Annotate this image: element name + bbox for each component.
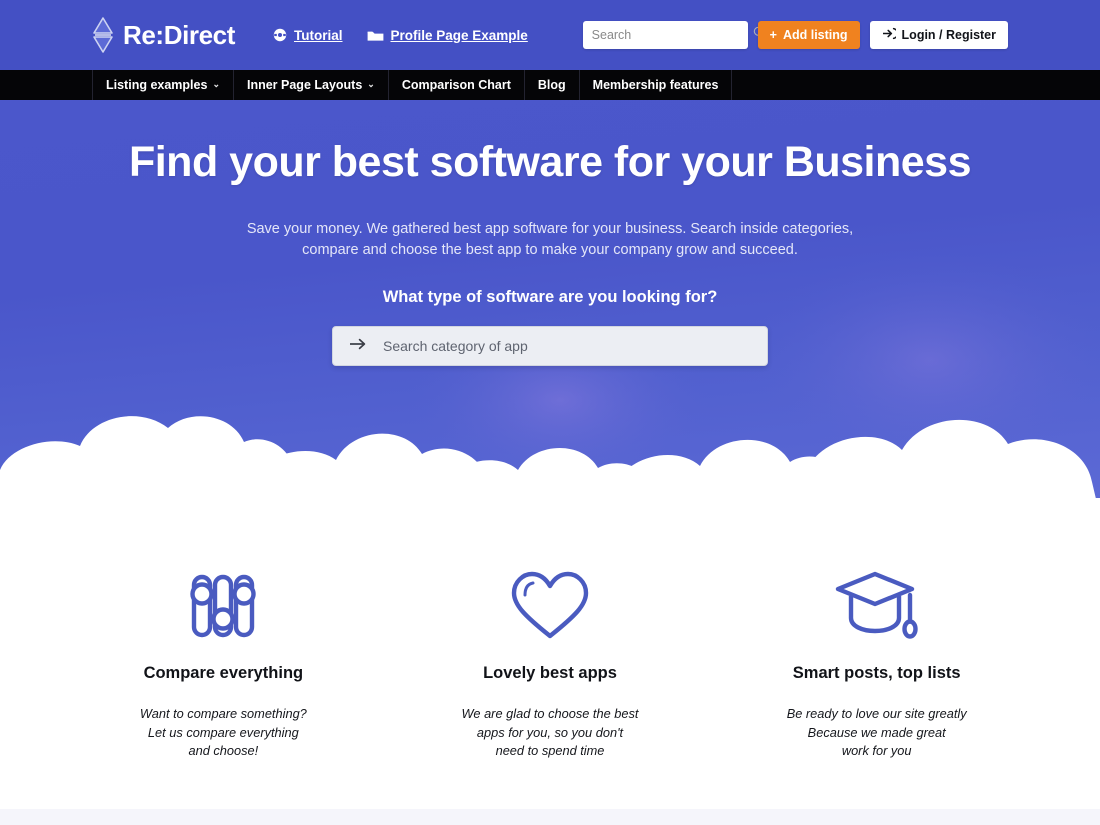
nav-item-listing-examples[interactable]: Listing examples ⌄ — [92, 70, 234, 100]
chevron-down-icon: ⌄ — [212, 78, 220, 89]
feature-desc-line: work for you — [841, 743, 912, 759]
chevron-down-icon: ⌄ — [367, 78, 375, 89]
header-actions: + Add listing Login / Register — [582, 21, 1008, 49]
cloud-decoration — [0, 416, 1100, 512]
search-input[interactable] — [591, 28, 753, 42]
category-search-input[interactable] — [383, 338, 751, 355]
feature-desc-line: Be ready to love our site greatly — [786, 706, 967, 721]
arrow-right-icon — [349, 337, 367, 356]
hero-section: Find your best software for your Busines… — [0, 100, 1100, 512]
hero-title: Find your best software for your Busines… — [128, 138, 972, 186]
logo-text: Re:Direct — [123, 19, 235, 50]
features-section: Compare everything Want to compare somet… — [0, 512, 1100, 761]
sliders-icon — [60, 558, 387, 654]
hero-question: What type of software are you looking fo… — [382, 288, 718, 307]
hero-content: Find your best software for your Busines… — [0, 100, 1100, 367]
diamond-arrow-icon — [92, 16, 114, 54]
header-search[interactable] — [582, 21, 766, 49]
login-arrow-icon — [882, 27, 898, 43]
feature-title: Smart posts, top lists — [792, 664, 961, 682]
header-link-profile-page-example[interactable]: Profile Page Example — [367, 28, 528, 43]
folder-icon — [367, 29, 384, 42]
category-search-box[interactable] — [332, 326, 768, 367]
main-nav: Listing examples ⌄ Inner Page Layouts ⌄ … — [0, 70, 1100, 100]
add-listing-button[interactable]: + Add listing — [757, 21, 860, 49]
page-footer-strip — [0, 808, 1100, 825]
login-register-label: Login / Register — [901, 28, 996, 42]
logo[interactable]: Re:Direct — [92, 16, 235, 54]
graduation-cap-icon — [713, 558, 1040, 654]
nav-item-blog[interactable]: Blog — [525, 70, 580, 100]
header-link-label: Profile Page Example — [390, 27, 528, 43]
heart-icon — [387, 558, 714, 654]
plus-icon: + — [769, 28, 777, 42]
feature-desc-line: and choose! — [188, 743, 259, 759]
feature-lovely-best-apps: Lovely best apps We are glad to choose t… — [387, 558, 714, 761]
header-link-tutorial[interactable]: Tutorial — [273, 28, 343, 43]
feature-desc-line: need to spend time — [495, 743, 605, 759]
nav-label: Inner Page Layouts — [246, 78, 363, 92]
nav-label: Blog — [537, 78, 566, 92]
nav-label: Membership features — [592, 78, 719, 92]
feature-title: Lovely best apps — [483, 664, 617, 682]
nav-label: Listing examples — [106, 78, 208, 92]
feature-desc-line: We are glad to choose the best — [461, 706, 639, 721]
login-register-button[interactable]: Login / Register — [869, 21, 1008, 49]
hero-subtitle-line2: compare and choose the best app to make … — [302, 241, 798, 258]
hero-subtitle-line1: Save your money. We gathered best app so… — [246, 221, 854, 237]
feature-desc-line: Let us compare everything — [147, 724, 299, 740]
feature-desc-line: apps for you, so you don't — [476, 724, 624, 740]
add-listing-label: Add listing — [782, 28, 848, 42]
nav-item-inner-page-layouts[interactable]: Inner Page Layouts ⌄ — [234, 70, 389, 100]
feature-title: Compare everything — [143, 664, 304, 682]
feature-desc-line: Because we made great — [807, 724, 946, 740]
header-link-label: Tutorial — [294, 27, 343, 43]
nav-item-comparison-chart[interactable]: Comparison Chart — [389, 70, 525, 100]
nav-item-membership-features[interactable]: Membership features — [580, 70, 733, 100]
feature-compare-everything: Compare everything Want to compare somet… — [60, 558, 387, 761]
tutorial-disc-icon — [273, 28, 287, 42]
feature-smart-posts-top-lists: Smart posts, top lists Be ready to love … — [713, 558, 1040, 761]
nav-label: Comparison Chart — [401, 78, 511, 92]
feature-desc-line: Want to compare something? — [139, 706, 307, 721]
site-header: Re:Direct Tutorial Profile Page Example … — [0, 0, 1100, 70]
header-links: Tutorial Profile Page Example — [273, 28, 528, 43]
